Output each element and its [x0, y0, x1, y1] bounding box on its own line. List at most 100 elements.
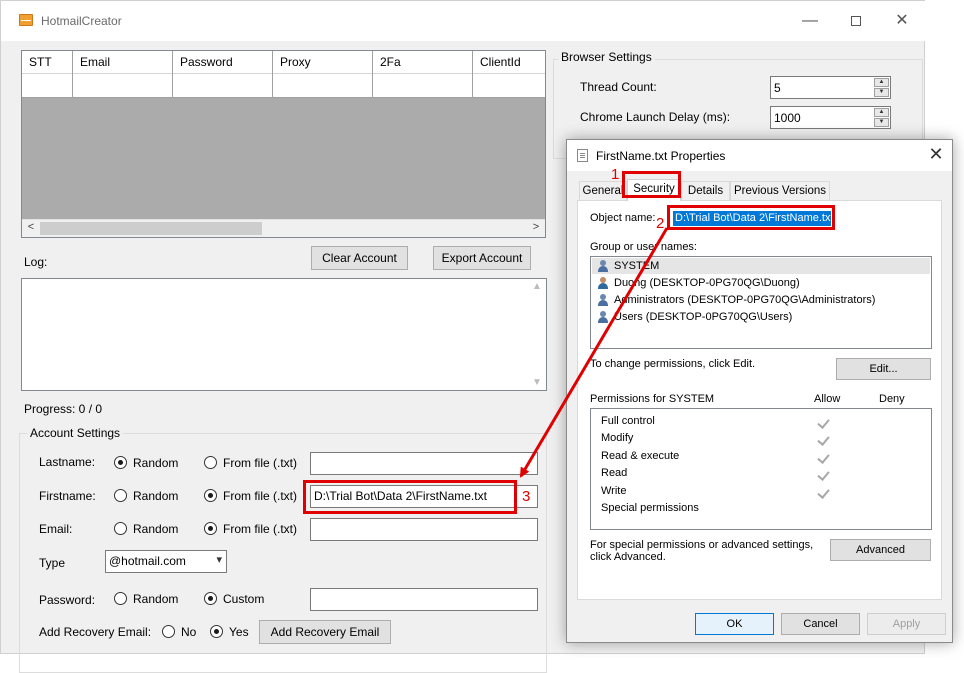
password-random-radio[interactable] [114, 592, 127, 605]
lastname-file-input[interactable] [310, 452, 538, 475]
thread-count-label: Thread Count: [580, 80, 657, 94]
lastname-label: Lastname: [39, 455, 96, 469]
grid-header: STT Email Password Proxy 2Fa ClientId [22, 51, 545, 74]
email-random-label[interactable]: Random [133, 522, 178, 536]
list-item[interactable]: Administrators (DESKTOP-0PG70QG\Administ… [592, 292, 930, 308]
scroll-right-icon[interactable]: > [529, 221, 543, 236]
log-label: Log: [24, 255, 48, 269]
recovery-no-radio[interactable] [162, 625, 175, 638]
lastname-random-radio[interactable] [114, 456, 127, 469]
recovery-yes-label[interactable]: Yes [229, 625, 249, 639]
user-name: Administrators (DESKTOP-0PG70QG\Administ… [614, 294, 876, 306]
permissions-for-label: Permissions for SYSTEM [590, 393, 715, 405]
table-cell[interactable] [273, 74, 373, 98]
password-input[interactable] [310, 588, 538, 611]
email-file-input[interactable] [310, 518, 538, 541]
edit-button[interactable]: Edit... [836, 358, 931, 380]
type-select[interactable]: @hotmail.com ▾ [105, 550, 227, 573]
stepper-down-icon[interactable]: ▼ [874, 88, 889, 97]
email-file-radio[interactable] [204, 522, 217, 535]
change-permissions-text: To change permissions, click Edit. [590, 358, 756, 370]
minimize-button[interactable]: — [795, 9, 825, 33]
table-cell[interactable] [473, 74, 545, 98]
table-cell[interactable] [173, 74, 273, 98]
tab-previous-versions[interactable]: Previous Versions [730, 181, 830, 200]
list-item[interactable]: Users (DESKTOP-0PG70QG\Users) [592, 309, 930, 325]
permission-item: Special permissions [601, 502, 699, 514]
password-custom-label[interactable]: Custom [223, 592, 264, 606]
list-item[interactable]: SYSTEM [592, 258, 930, 274]
firstname-label: Firstname: [39, 489, 96, 503]
chevron-down-icon[interactable]: ▾ [216, 553, 222, 566]
permissions-list[interactable]: Full control Modify Read & execute Read … [590, 408, 932, 530]
chrome-delay-stepper[interactable]: 1000 ▲ ▼ [770, 106, 891, 129]
stepper-down-icon[interactable]: ▼ [874, 118, 889, 127]
column-header-stt[interactable]: STT [22, 51, 73, 74]
user-name: Duong (DESKTOP-0PG70QG\Duong) [614, 277, 800, 289]
accounts-grid[interactable]: STT Email Password Proxy 2Fa ClientId < … [21, 50, 546, 238]
stepper-up-icon[interactable]: ▲ [874, 108, 889, 117]
user-name: Users (DESKTOP-0PG70QG\Users) [614, 311, 793, 323]
lastname-random-label[interactable]: Random [133, 456, 178, 470]
firstname-file-radio[interactable] [204, 489, 217, 502]
column-header-proxy[interactable]: Proxy [273, 51, 373, 74]
cancel-button[interactable]: Cancel [781, 613, 860, 635]
column-header-clientid[interactable]: ClientId [473, 51, 545, 74]
password-custom-radio[interactable] [204, 592, 217, 605]
deny-column-label: Deny [879, 393, 905, 405]
table-cell[interactable] [22, 74, 73, 98]
type-select-value: @hotmail.com [109, 554, 186, 568]
table-cell[interactable] [73, 74, 173, 98]
scroll-left-icon[interactable]: < [24, 221, 38, 236]
apply-button[interactable]: Apply [867, 613, 946, 635]
users-list[interactable]: SYSTEM Duong (DESKTOP-0PG70QG\Duong) Adm… [590, 256, 932, 349]
check-icon [817, 469, 831, 481]
special-permissions-text: For special permissions or advanced sett… [590, 539, 814, 551]
permission-item: Modify [601, 432, 634, 444]
lastname-file-label[interactable]: From file (.txt) [223, 456, 297, 470]
lastname-file-radio[interactable] [204, 456, 217, 469]
email-label: Email: [39, 522, 73, 536]
recovery-no-label[interactable]: No [181, 625, 196, 639]
annotation-box-security-tab [622, 171, 681, 198]
stepper-buttons[interactable]: ▲ ▼ [874, 108, 889, 127]
scroll-thumb[interactable] [40, 222, 262, 235]
check-icon [817, 417, 831, 429]
close-button[interactable]: ✕ [887, 9, 917, 33]
dialog-title-bar: FirstName.txt Properties ✕ [567, 140, 952, 171]
thread-count-stepper[interactable]: 5 ▲ ▼ [770, 76, 891, 99]
tab-details[interactable]: Details [681, 181, 730, 200]
email-file-label[interactable]: From file (.txt) [223, 522, 297, 536]
chrome-delay-label: Chrome Launch Delay (ms): [580, 110, 731, 124]
scroll-down-icon[interactable]: ▼ [532, 377, 542, 388]
list-item[interactable]: Duong (DESKTOP-0PG70QG\Duong) [592, 275, 930, 291]
column-header-email[interactable]: Email [73, 51, 173, 74]
password-random-label[interactable]: Random [133, 592, 178, 606]
column-header-2fa[interactable]: 2Fa [373, 51, 473, 74]
clear-account-button[interactable]: Clear Account [311, 246, 408, 270]
vertical-scrollbar[interactable]: ▲ ▼ [529, 279, 546, 390]
ok-button[interactable]: OK [695, 613, 774, 635]
firstname-random-label[interactable]: Random [133, 489, 178, 503]
stepper-buttons[interactable]: ▲ ▼ [874, 78, 889, 97]
tab-general[interactable]: General [579, 181, 627, 200]
table-row[interactable] [22, 74, 545, 98]
recovery-yes-radio[interactable] [210, 625, 223, 638]
maximize-icon [851, 16, 861, 26]
annotation-number-3: 3 [522, 488, 531, 505]
export-account-button[interactable]: Export Account [433, 246, 531, 270]
horizontal-scrollbar[interactable]: < > [22, 219, 545, 237]
log-textarea[interactable]: ▲ ▼ [21, 278, 547, 391]
scroll-up-icon[interactable]: ▲ [532, 281, 542, 292]
table-cell[interactable] [373, 74, 473, 98]
maximize-button[interactable] [841, 9, 871, 33]
dialog-close-button[interactable]: ✕ [925, 144, 947, 165]
stepper-up-icon[interactable]: ▲ [874, 78, 889, 87]
firstname-random-radio[interactable] [114, 489, 127, 502]
firstname-file-label[interactable]: From file (.txt) [223, 489, 297, 503]
column-header-password[interactable]: Password [173, 51, 273, 74]
dialog-title: FirstName.txt Properties [596, 149, 726, 163]
email-random-radio[interactable] [114, 522, 127, 535]
add-recovery-email-button[interactable]: Add Recovery Email [259, 620, 391, 644]
advanced-button[interactable]: Advanced [830, 539, 931, 561]
